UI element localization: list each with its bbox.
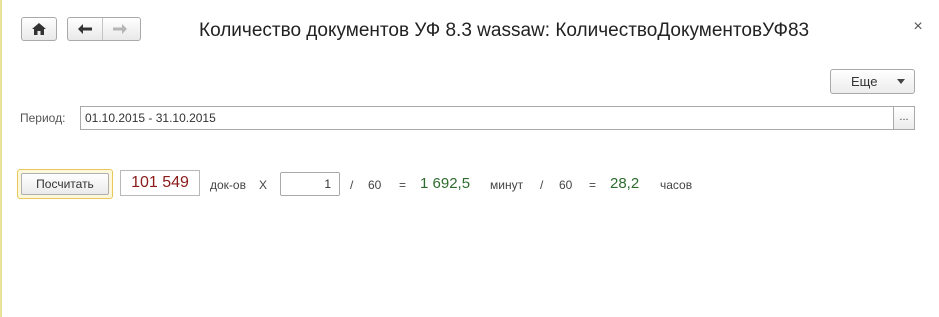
period-select-button[interactable]: ... xyxy=(893,106,915,130)
window-title: Количество документов УФ 8.3 wassaw: Кол… xyxy=(199,20,810,41)
hours-unit: часов xyxy=(660,178,693,192)
arrow-right-icon xyxy=(112,24,127,34)
hours-value: 28,2 xyxy=(610,175,640,192)
calculate-button-frame: Посчитать xyxy=(17,169,113,199)
divisor-2: 60 xyxy=(559,178,573,192)
arrow-left-icon xyxy=(78,24,92,34)
more-button[interactable]: Еще xyxy=(830,69,915,94)
title-bar: Количество документов УФ 8.3 wassaw: Кол… xyxy=(0,0,939,60)
doc-count-unit: док-ов xyxy=(210,178,246,192)
minutes-value: 1 692,5 xyxy=(420,175,471,192)
back-button[interactable] xyxy=(68,18,102,40)
history-nav-group xyxy=(67,17,141,41)
equals-sign-2: = xyxy=(589,178,597,192)
forward-button[interactable] xyxy=(102,18,136,40)
multiply-sign: X xyxy=(259,178,268,192)
divide-sign-2: / xyxy=(540,178,544,192)
home-button[interactable] xyxy=(22,18,56,40)
multiplier-input[interactable] xyxy=(280,172,340,196)
doc-count-value: 101 549 xyxy=(120,170,200,196)
home-button-group xyxy=(21,17,57,41)
more-button-label: Еще xyxy=(851,74,878,89)
equals-sign-1: = xyxy=(399,178,407,192)
calculate-button[interactable]: Посчитать xyxy=(21,173,109,195)
chevron-down-icon xyxy=(897,79,905,84)
period-input[interactable] xyxy=(80,106,894,130)
divisor-1: 60 xyxy=(368,178,382,192)
home-icon xyxy=(32,23,46,35)
divide-sign-1: / xyxy=(350,178,354,192)
minutes-unit: минут xyxy=(490,178,524,192)
period-label: Период: xyxy=(20,111,66,125)
close-icon[interactable]: × xyxy=(911,19,925,35)
